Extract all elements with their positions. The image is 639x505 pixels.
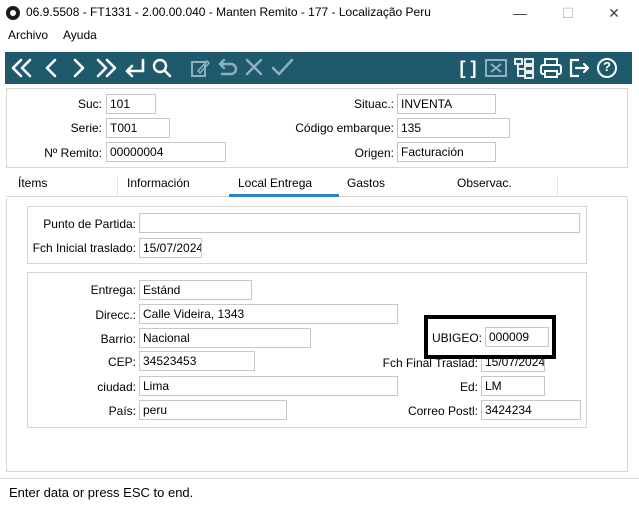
app-logo-icon bbox=[6, 6, 20, 20]
situac-label: Situac.: bbox=[353, 97, 394, 111]
delete-icon[interactable] bbox=[483, 54, 509, 82]
correo-postal-label: Correo Postl: bbox=[407, 404, 478, 418]
print-icon[interactable] bbox=[538, 54, 564, 82]
help-question-mark: ? bbox=[603, 59, 611, 74]
edit-icon[interactable] bbox=[187, 54, 213, 82]
next-record-icon[interactable] bbox=[65, 54, 91, 82]
barrio-label: Barrio: bbox=[100, 332, 136, 346]
menu-bar: Archivo Ayuda bbox=[0, 26, 639, 46]
status-text: Enter data or press ESC to end. bbox=[9, 485, 194, 500]
ubigeo-field[interactable]: 000009 bbox=[485, 327, 549, 347]
confirm-icon[interactable] bbox=[269, 54, 295, 82]
ubigeo-label: UBIGEO: bbox=[431, 331, 482, 345]
window-title: 06.9.5508 - FT1331 - 2.00.00.040 - Mante… bbox=[26, 5, 431, 19]
serie-field[interactable]: T001 bbox=[106, 118, 170, 138]
status-bar: Enter data or press ESC to end. bbox=[0, 478, 639, 505]
entrega-field[interactable]: Estánd bbox=[139, 280, 252, 300]
correo-postal-field[interactable]: 3424234 bbox=[481, 400, 581, 420]
remito-field[interactable]: 00000004 bbox=[106, 142, 226, 162]
punto-partida-field[interactable] bbox=[139, 213, 580, 233]
fch-inicial-field[interactable]: 15/07/2024 bbox=[139, 238, 202, 258]
ciudad-field[interactable]: Lima bbox=[139, 376, 398, 396]
pais-field[interactable]: peru bbox=[139, 400, 287, 420]
entrega-label: Entrega: bbox=[90, 283, 136, 297]
remito-label: Nº Remito: bbox=[44, 146, 102, 160]
title-bar: 06.9.5508 - FT1331 - 2.00.00.040 - Mante… bbox=[0, 0, 639, 26]
exit-icon[interactable] bbox=[566, 54, 592, 82]
maximize-button[interactable]: ☐ bbox=[545, 0, 591, 26]
tab-separator bbox=[557, 176, 558, 195]
origen-label: Origen: bbox=[354, 146, 394, 160]
brackets-icon[interactable]: [ ] bbox=[455, 54, 481, 82]
suc-label: Suc: bbox=[77, 97, 102, 111]
minimize-button[interactable]: — bbox=[497, 0, 543, 26]
ubigeo-highlight-box: UBIGEO: 000009 bbox=[424, 315, 556, 359]
codigo-embarque-field[interactable]: 135 bbox=[397, 118, 510, 138]
situac-field[interactable]: INVENTA bbox=[397, 94, 496, 114]
fch-inicial-label: Fch Inicial traslado: bbox=[32, 241, 136, 255]
suc-field[interactable]: 101 bbox=[106, 94, 156, 114]
toolbar: [ ] ? bbox=[5, 52, 632, 84]
tab-informacion[interactable]: Información bbox=[127, 176, 190, 190]
cancel-icon[interactable] bbox=[241, 54, 267, 82]
cep-field[interactable]: 34523453 bbox=[139, 351, 255, 371]
ed-label: Ed: bbox=[459, 380, 478, 394]
undo-icon[interactable] bbox=[213, 54, 239, 82]
origen-field[interactable]: Facturación bbox=[397, 142, 496, 162]
direcc-field[interactable]: Calle Videira, 1343 bbox=[139, 304, 398, 324]
search-icon[interactable] bbox=[149, 54, 175, 82]
tab-items[interactable]: Ítems bbox=[18, 176, 47, 190]
tab-separator bbox=[117, 176, 118, 195]
menu-archivo[interactable]: Archivo bbox=[8, 28, 48, 42]
direcc-label: Direcc.: bbox=[95, 308, 136, 322]
tree-structure-icon[interactable] bbox=[511, 54, 537, 82]
ciudad-label: ciudad: bbox=[97, 380, 136, 394]
pais-label: País: bbox=[108, 404, 136, 418]
help-icon[interactable]: ? bbox=[594, 54, 620, 82]
active-tab-indicator bbox=[229, 194, 339, 197]
first-record-icon[interactable] bbox=[9, 54, 35, 82]
barrio-field[interactable]: Nacional bbox=[139, 328, 311, 348]
punto-partida-label: Punto de Partida: bbox=[43, 217, 136, 231]
tab-observac[interactable]: Observac. bbox=[457, 176, 512, 190]
serie-label: Serie: bbox=[70, 121, 102, 135]
codigo-embarque-label: Código embarque: bbox=[295, 121, 394, 135]
last-record-icon[interactable] bbox=[93, 54, 119, 82]
close-window-button[interactable]: ✕ bbox=[591, 0, 637, 26]
return-icon[interactable] bbox=[121, 54, 147, 82]
ed-field[interactable]: LM bbox=[481, 376, 545, 396]
menu-ayuda[interactable]: Ayuda bbox=[63, 28, 97, 42]
tab-gastos[interactable]: Gastos bbox=[347, 176, 385, 190]
previous-record-icon[interactable] bbox=[39, 54, 65, 82]
cep-label: CEP: bbox=[107, 355, 136, 369]
tab-local-entrega[interactable]: Local Entrega bbox=[238, 176, 312, 190]
